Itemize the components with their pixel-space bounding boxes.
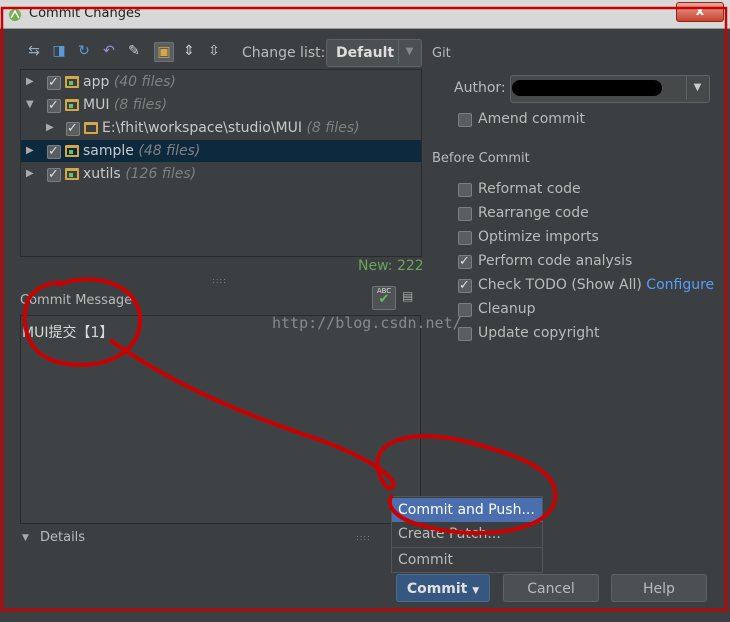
move-icon[interactable]: ◨	[50, 42, 68, 60]
rollback-icon[interactable]: ↶	[100, 42, 118, 60]
edit-icon[interactable]: ✎	[125, 42, 143, 60]
option-label: Check TODO (Show All)	[478, 277, 642, 293]
chevron-down-icon[interactable]: ▼	[686, 76, 708, 100]
chevron-down-icon[interactable]: ▼	[398, 40, 420, 64]
rearrange-code-option[interactable]: Rearrange code	[458, 202, 718, 224]
checkbox[interactable]	[47, 141, 61, 163]
option-label: Amend commit	[478, 111, 585, 127]
file-count: (40 files)	[113, 74, 176, 90]
checkbox[interactable]	[47, 164, 61, 186]
splitter-handle[interactable]: ::::	[356, 533, 371, 542]
menu-item-commit[interactable]: Commit	[392, 547, 542, 571]
checkbox[interactable]	[458, 113, 472, 127]
option-label: Perform code analysis	[478, 253, 633, 269]
chevron-down-icon: ▼	[472, 586, 480, 596]
checkbox[interactable]	[458, 231, 472, 245]
group-by-directory-icon[interactable]: ▣	[154, 42, 174, 62]
commit-dropdown-menu: Commit and Push... Create Patch... Commi…	[391, 496, 543, 573]
checkbox[interactable]	[458, 327, 472, 341]
commit-button-label: Commit	[406, 581, 468, 597]
diff-icon[interactable]: ⇆	[25, 42, 43, 60]
checkbox[interactable]	[47, 95, 61, 117]
watermark: http://blog.csdn.net/	[272, 314, 462, 332]
git-section-label: Git	[432, 46, 451, 61]
menu-item-create-patch[interactable]: Create Patch...	[392, 522, 542, 546]
expand-arrow-icon[interactable]: ▶	[26, 140, 36, 156]
history-icon[interactable]: ▤	[402, 289, 418, 305]
changelist-value: Default	[336, 45, 395, 61]
commit-button[interactable]: Commit ▼	[396, 574, 490, 602]
tree-label: E:\fhit\workspace\studio\MUI	[102, 120, 303, 136]
checkbox[interactable]	[458, 303, 472, 317]
close-button[interactable]: x	[676, 2, 724, 22]
checkbox[interactable]	[458, 275, 472, 297]
expand-all-icon[interactable]: ⇕	[180, 42, 198, 60]
option-label: Rearrange code	[478, 205, 589, 221]
reformat-code-option[interactable]: Reformat code	[458, 178, 718, 200]
checkbox[interactable]	[458, 207, 472, 221]
folder-icon	[65, 99, 79, 111]
splitter-handle[interactable]: ::::	[212, 276, 227, 285]
check-todo-option[interactable]: Check TODO (Show All) Configure	[458, 274, 718, 297]
commit-message-label: Commit Message	[20, 293, 133, 308]
changelist-label: Change list:	[242, 45, 326, 61]
collapse-all-icon[interactable]: ⇳	[205, 42, 223, 60]
checkbox[interactable]	[458, 183, 472, 197]
tree-row-app[interactable]: ▶ app (40 files)	[21, 71, 421, 94]
cleanup-option[interactable]: Cleanup	[458, 298, 718, 320]
amend-commit-option[interactable]: Amend commit	[458, 108, 718, 130]
tree-row-sample[interactable]: ▶ sample (48 files)	[21, 140, 421, 163]
expand-arrow-icon[interactable]: ▶	[46, 117, 56, 133]
collapse-arrow-icon[interactable]: ▼	[26, 94, 36, 110]
folder-icon	[84, 122, 98, 134]
cancel-button[interactable]: Cancel	[503, 574, 599, 602]
tree-label: MUI	[83, 97, 110, 113]
author-label: Author:	[454, 80, 506, 96]
optimize-imports-option[interactable]: Optimize imports	[458, 226, 718, 248]
file-count: (48 files)	[138, 143, 201, 159]
spellcheck-icon[interactable]: ABC ✔	[372, 286, 396, 310]
option-label: Reformat code	[478, 181, 581, 197]
option-label: Update copyright	[478, 325, 600, 341]
tree-row-mui-path[interactable]: ▶ E:\fhit\workspace\studio\MUI (8 files)	[21, 117, 421, 140]
folder-icon	[65, 76, 79, 88]
details-toggle-icon[interactable]: ▼	[22, 533, 29, 543]
file-count: (126 files)	[125, 166, 197, 182]
expand-arrow-icon[interactable]: ▶	[26, 163, 36, 179]
help-button[interactable]: Help	[611, 574, 707, 602]
update-copyright-option[interactable]: Update copyright	[458, 322, 718, 344]
redacted-author	[512, 80, 662, 96]
tree-label: sample	[83, 143, 134, 159]
changes-tree[interactable]: ▶ app (40 files) ▼ MUI (8 files) ▶ E:\fh…	[20, 69, 422, 257]
android-studio-icon	[8, 7, 22, 21]
expand-arrow-icon[interactable]: ▶	[26, 71, 36, 87]
option-label: Cleanup	[478, 301, 536, 317]
checkbox[interactable]	[66, 118, 80, 140]
checkbox[interactable]	[47, 72, 61, 94]
tree-row-xutils[interactable]: ▶ xutils (126 files)	[21, 163, 421, 186]
before-commit-section-label: Before Commit	[432, 151, 530, 166]
checkbox[interactable]	[458, 251, 472, 273]
details-toggle[interactable]: Details	[40, 530, 85, 545]
window-title: Commit Changes	[29, 6, 141, 21]
tree-row-mui[interactable]: ▼ MUI (8 files)	[21, 94, 421, 117]
perform-code-analysis-option[interactable]: Perform code analysis	[458, 250, 718, 273]
title-bar: Commit Changes x	[0, 0, 730, 29]
refresh-icon[interactable]: ↻	[75, 42, 93, 60]
folder-icon	[65, 145, 79, 157]
commit-message-text: MUI提交【1】	[22, 325, 114, 341]
file-count: (8 files)	[113, 97, 168, 113]
file-count: (8 files)	[306, 120, 360, 136]
folder-icon	[65, 168, 79, 180]
tree-label: app	[83, 74, 110, 90]
new-files-count: New: 222	[358, 258, 424, 274]
commit-message-input[interactable]	[20, 315, 421, 524]
menu-item-commit-and-push[interactable]: Commit and Push...	[392, 498, 542, 522]
configure-link[interactable]: Configure	[646, 277, 714, 293]
tree-label: xutils	[83, 166, 121, 182]
option-label: Optimize imports	[478, 229, 599, 245]
